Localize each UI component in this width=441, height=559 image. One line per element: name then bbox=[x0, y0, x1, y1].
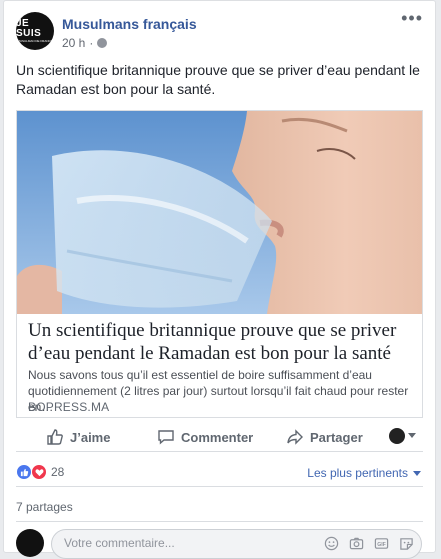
page-avatar-small bbox=[389, 428, 405, 444]
like-button[interactable]: J’aime bbox=[46, 428, 110, 446]
comment-composer[interactable]: GIF bbox=[51, 529, 422, 559]
sort-label: Les plus pertinents bbox=[307, 466, 408, 480]
share-button[interactable]: Partager bbox=[286, 428, 363, 446]
link-domain: BOPRESS.MA bbox=[28, 400, 110, 414]
avatar-logo-text: JE SUIS bbox=[16, 18, 42, 39]
comment-input[interactable] bbox=[64, 536, 304, 550]
camera-icon[interactable] bbox=[349, 536, 364, 556]
avatar-logo-subtext: MUSULMAN DE FRANCE bbox=[17, 39, 53, 43]
drinking-water-photo bbox=[17, 111, 422, 314]
like-label: J’aime bbox=[70, 429, 111, 445]
reaction-summary[interactable]: 28 bbox=[16, 464, 64, 480]
page-name-link[interactable]: Musulmans français bbox=[62, 16, 197, 32]
reaction-count: 28 bbox=[51, 465, 65, 479]
post-meta: 20 h · bbox=[62, 36, 108, 50]
meta-separator: · bbox=[89, 36, 94, 50]
post-timestamp[interactable]: 20 h bbox=[62, 36, 85, 50]
sticker-icon[interactable] bbox=[399, 536, 414, 556]
link-preview[interactable]: Un scientifique britannique prouve que s… bbox=[16, 110, 423, 418]
comment-button[interactable]: Commenter bbox=[157, 428, 253, 446]
comment-label: Commenter bbox=[181, 429, 254, 445]
divider bbox=[16, 486, 423, 487]
post-card: JE SUIS MUSULMAN DE FRANCE Musulmans fra… bbox=[3, 0, 436, 559]
comment-sort-dropdown[interactable]: Les plus pertinents bbox=[307, 466, 421, 480]
svg-text:GIF: GIF bbox=[377, 542, 386, 548]
link-preview-image[interactable] bbox=[17, 111, 422, 314]
comment-bubble-icon bbox=[158, 430, 174, 445]
emoji-icon[interactable] bbox=[324, 536, 339, 556]
post-as-selector[interactable] bbox=[389, 428, 416, 444]
more-options-icon[interactable]: ••• bbox=[401, 9, 423, 27]
post-message: Un scientifique britannique prouve que s… bbox=[16, 62, 420, 97]
post-header: JE SUIS MUSULMAN DE FRANCE Musulmans fra… bbox=[16, 9, 423, 52]
love-reaction-icon bbox=[31, 464, 47, 480]
chevron-down-icon bbox=[408, 433, 416, 438]
like-reaction-icon bbox=[16, 464, 32, 480]
share-count-link[interactable]: 7 partages bbox=[16, 500, 73, 514]
page-avatar[interactable]: JE SUIS MUSULMAN DE FRANCE bbox=[16, 12, 54, 50]
share-arrow-icon bbox=[287, 429, 303, 445]
caret-down-icon bbox=[413, 470, 421, 476]
gif-icon[interactable]: GIF bbox=[374, 536, 389, 556]
thumbs-up-icon bbox=[47, 429, 63, 445]
divider bbox=[16, 521, 423, 522]
action-bar: J’aime Commenter Partager bbox=[16, 424, 423, 452]
link-title[interactable]: Un scientifique britannique prouve que s… bbox=[28, 319, 413, 365]
globe-icon bbox=[97, 38, 108, 48]
share-label: Partager bbox=[310, 429, 363, 445]
